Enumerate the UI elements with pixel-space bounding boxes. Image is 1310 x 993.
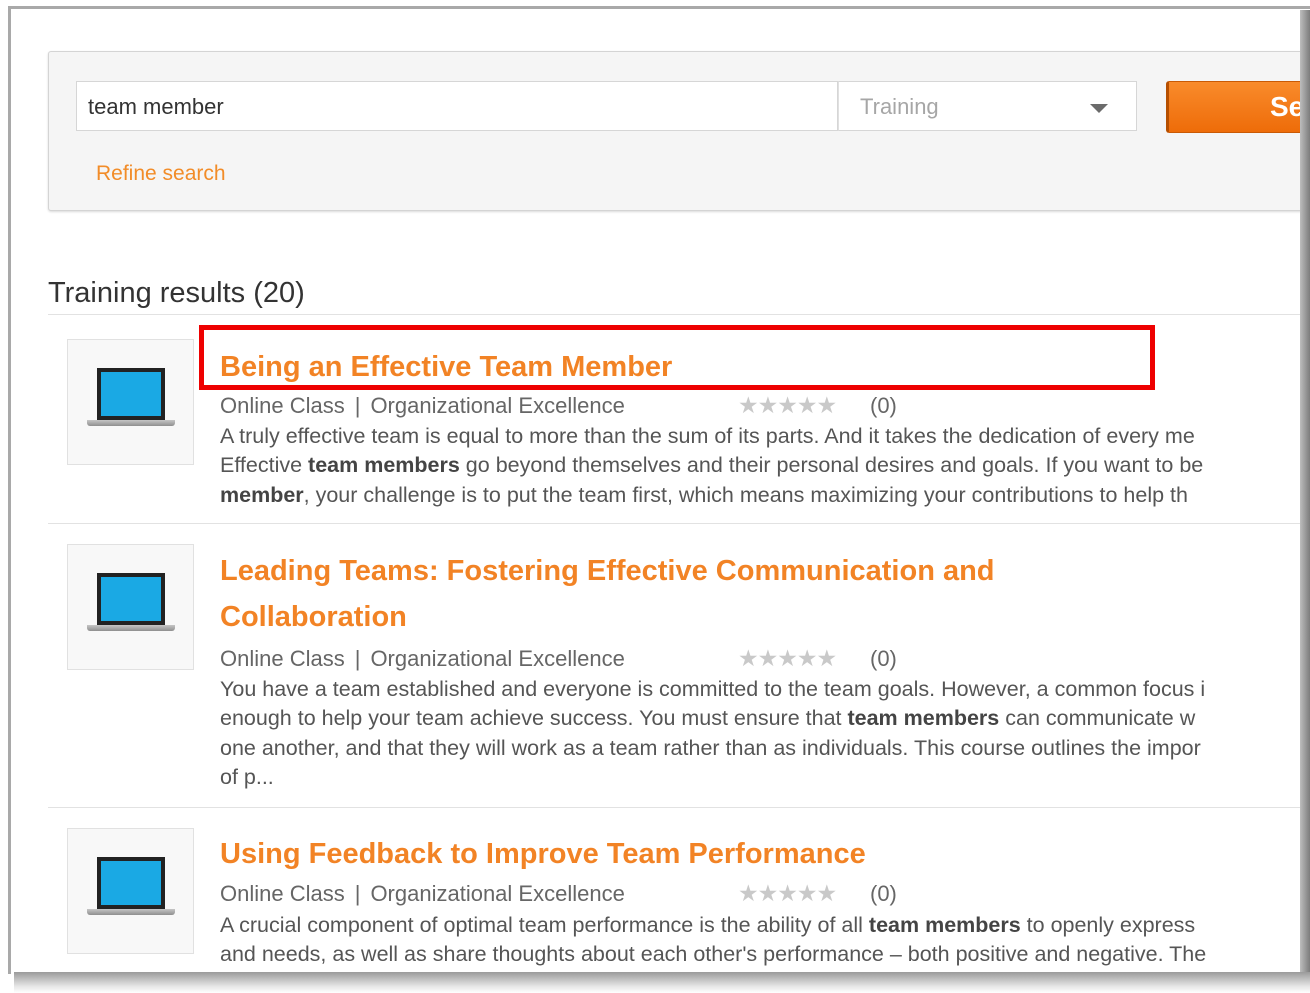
result-category[interactable]: Organizational Excellence (370, 393, 624, 418)
search-type-value: Training (860, 94, 939, 119)
star-icon[interactable]: ★★★★★ (738, 392, 837, 419)
result-description: A truly effective team is equal to more … (220, 422, 1310, 510)
search-input[interactable]: team member (76, 81, 838, 131)
result-format: Online Class (220, 393, 345, 418)
results-heading: Training results (20) (48, 277, 305, 309)
result-meta: Online Class | Organizational Excellence (220, 881, 625, 907)
star-icon[interactable]: ★★★★★ (738, 880, 837, 907)
desc-line: one another, and that they will work as … (220, 735, 1201, 760)
frame-shadow (14, 972, 1310, 993)
laptop-icon (97, 368, 165, 420)
laptop-base (87, 909, 175, 915)
search-button[interactable]: Se (1166, 81, 1310, 133)
highlight-annotation (199, 325, 1155, 390)
result-description: A crucial component of optimal team perf… (220, 911, 1310, 970)
desc-line: Effective team members go beyond themsel… (220, 453, 1204, 478)
course-thumbnail[interactable] (67, 544, 194, 670)
search-panel: team member Training Se Refine search (48, 51, 1310, 211)
course-thumbnail[interactable] (67, 339, 194, 465)
desc-line: You have a team established and everyone… (220, 677, 1206, 701)
star-icon[interactable]: ★★★★★ (738, 645, 837, 672)
meta-separator: | (354, 646, 361, 671)
laptop-base (87, 625, 175, 631)
result-meta: Online Class | Organizational Excellence (220, 646, 625, 672)
result-meta: Online Class | Organizational Excellence (220, 393, 625, 419)
result-category[interactable]: Organizational Excellence (370, 646, 624, 671)
course-thumbnail[interactable] (67, 828, 194, 954)
screenshot-frame: team member Training Se Refine search Tr… (8, 6, 1310, 974)
result-title-link[interactable]: Leading Teams: Fostering Effective Commu… (220, 548, 1080, 640)
desc-line: enough to help your team achieve success… (220, 706, 1196, 731)
laptop-base (87, 420, 175, 426)
chevron-down-icon (1090, 104, 1108, 113)
rating-count: (0) (870, 393, 897, 418)
desc-line: of p... (220, 765, 274, 790)
result-format: Online Class (220, 646, 345, 671)
refine-search-link[interactable]: Refine search (96, 162, 226, 186)
rating-count: (0) (870, 646, 897, 671)
rating-count: (0) (870, 881, 897, 906)
divider (48, 523, 1310, 524)
divider (48, 314, 1310, 315)
desc-line: member, your challenge is to put the tea… (220, 482, 1188, 507)
desc-line: A crucial component of optimal team perf… (220, 913, 1196, 937)
search-type-select[interactable]: Training (838, 81, 1137, 131)
desc-line: and needs, as well as share thoughts abo… (220, 942, 1207, 967)
result-title-link[interactable]: Using Feedback to Improve Team Performan… (220, 831, 1310, 877)
result-format: Online Class (220, 881, 345, 906)
frame-shadow (1300, 10, 1310, 976)
laptop-icon (97, 857, 165, 909)
result-description: You have a team established and everyone… (220, 675, 1310, 793)
meta-separator: | (354, 881, 361, 906)
laptop-icon (97, 573, 165, 625)
meta-separator: | (354, 393, 361, 418)
desc-line: A truly effective team is equal to more … (220, 424, 1195, 448)
divider (48, 807, 1310, 808)
result-category[interactable]: Organizational Excellence (370, 881, 624, 906)
